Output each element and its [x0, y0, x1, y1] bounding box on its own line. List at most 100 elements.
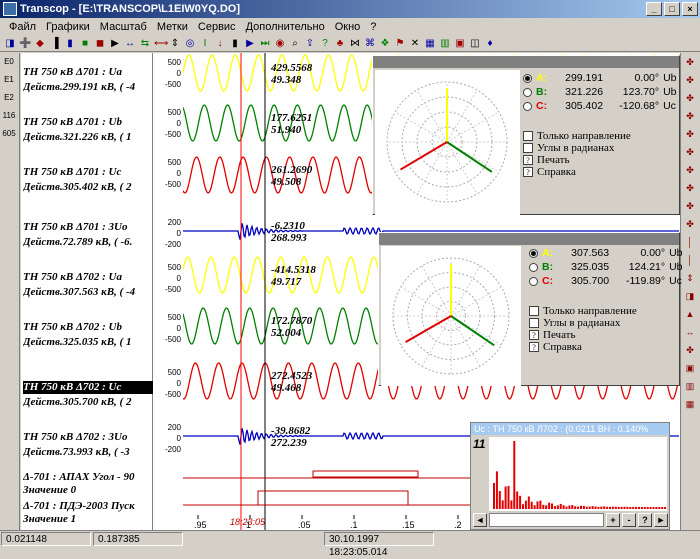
toolbar-button-icon[interactable]: ♣	[334, 38, 346, 50]
scroll-left-button[interactable]: ◄	[473, 513, 487, 527]
phasor-legend-row[interactable]: B: 325.035 124.21° Ub	[529, 261, 683, 273]
phasor-window-title[interactable]	[379, 233, 679, 245]
side-tool-icon[interactable]: ✤	[681, 143, 699, 161]
phasor-option[interactable]: Углы в радианах	[523, 142, 614, 154]
menu-marks[interactable]: Метки	[152, 21, 193, 33]
checkbox[interactable]: ?	[523, 155, 533, 165]
menu-service[interactable]: Сервис	[193, 21, 241, 33]
toolbar-button-icon[interactable]: ⇆	[139, 38, 151, 50]
maximize-button[interactable]: □	[664, 2, 680, 16]
help-button[interactable]: ?	[638, 513, 652, 527]
phasor-legend-row[interactable]: A: 307.563 0.00° Ub	[529, 247, 683, 259]
phasor-legend-row[interactable]: C: 305.700 -119.89° Uc	[529, 275, 682, 287]
toolbar-button-icon[interactable]: ?	[319, 38, 331, 50]
toolbar-button-icon[interactable]: ◼	[94, 38, 106, 50]
toolbar-button-icon[interactable]: ▣	[454, 38, 466, 50]
side-tool-icon[interactable]: ✤	[681, 197, 699, 215]
toolbar-button-icon[interactable]: ↓	[214, 38, 226, 50]
side-tool-icon[interactable]: ◨	[681, 287, 699, 305]
side-tool-icon[interactable]: │	[681, 251, 699, 269]
menu-scale[interactable]: Масштаб	[95, 21, 152, 33]
toolbar-button-icon[interactable]: ▶	[244, 38, 256, 50]
histogram-title[interactable]: Uc : ТН 750 кВ Л702 : (0.0211 ВН : 0.140…	[471, 423, 669, 435]
side-tool-icon[interactable]: ✤	[681, 71, 699, 89]
minimize-button[interactable]: _	[646, 2, 662, 16]
e1-button[interactable]: E1	[0, 71, 18, 89]
side-tool-icon[interactable]: ✤	[681, 179, 699, 197]
phasor-radio[interactable]	[523, 102, 532, 111]
checkbox[interactable]	[529, 306, 539, 316]
toolbar-button-icon[interactable]: ➕	[19, 38, 31, 50]
toolbar-button-icon[interactable]: ▥	[439, 38, 451, 50]
menu-graphs[interactable]: Графики	[41, 21, 95, 33]
phasor-radio[interactable]	[529, 249, 538, 258]
channel-name[interactable]: ТН 750 кВ Δ702 : 3Uo	[23, 431, 153, 444]
channel-name[interactable]: ТН 750 кВ Δ702 : Ua	[23, 271, 153, 284]
toolbar-button-icon[interactable]: ⏭	[259, 38, 271, 50]
side-tool-icon[interactable]: ✤	[681, 215, 699, 233]
phasor-option[interactable]: ? Печать	[523, 154, 570, 166]
phasor-radio[interactable]	[529, 277, 538, 286]
toolbar-button-icon[interactable]: ▦	[424, 38, 436, 50]
toolbar-button-icon[interactable]: ▶	[109, 38, 121, 50]
toolbar-button-icon[interactable]: ⚑	[394, 38, 406, 50]
scroll-track[interactable]	[489, 513, 604, 527]
phasor-option[interactable]: Только направление	[523, 130, 631, 142]
phasor-radio[interactable]	[523, 74, 532, 83]
side-tool-icon[interactable]: │	[681, 233, 699, 251]
toolbar-button-icon[interactable]: ▮	[64, 38, 76, 50]
zoom-out-button[interactable]: -	[622, 513, 636, 527]
toolbar-button-icon[interactable]: ⋈	[349, 38, 361, 50]
side-tool-icon[interactable]: ✤	[681, 53, 699, 71]
side-tool-icon[interactable]: ▲	[681, 305, 699, 323]
side-tool-icon[interactable]: ▦	[681, 395, 699, 413]
side-tool-icon[interactable]: ✤	[681, 341, 699, 359]
605-button[interactable]: 605	[0, 125, 18, 143]
e2-button[interactable]: E2	[0, 89, 18, 107]
116-button[interactable]: 116	[0, 107, 18, 125]
channel-name[interactable]: ТН 750 кВ Δ701 : Ua	[23, 66, 153, 79]
phasor-option[interactable]: ? Справка	[529, 341, 582, 353]
side-tool-icon[interactable]: ▣	[681, 359, 699, 377]
phasor-legend-row[interactable]: B: 321.226 123.70° Ub	[523, 86, 677, 98]
side-tool-icon[interactable]: ✤	[681, 161, 699, 179]
menu-extra[interactable]: Дополнительно	[241, 21, 330, 33]
checkbox[interactable]	[529, 318, 539, 328]
channel-name[interactable]: ТН 750 кВ Δ701 : Ub	[23, 116, 153, 129]
menu-file[interactable]: Файл	[4, 21, 41, 33]
e0-button[interactable]: E0	[0, 53, 18, 71]
toolbar-button-icon[interactable]: ◎	[184, 38, 196, 50]
channel-name[interactable]: ТН 750 кВ Δ701 : Uc	[23, 166, 153, 179]
menu-help[interactable]: ?	[365, 21, 381, 33]
toolbar-button-icon[interactable]: ❖	[379, 38, 391, 50]
toolbar-button-icon[interactable]: ↔	[124, 38, 136, 50]
side-tool-icon[interactable]: ✤	[681, 89, 699, 107]
toolbar-button-icon[interactable]: ■	[79, 38, 91, 50]
toolbar-button-icon[interactable]: ⇪	[304, 38, 316, 50]
toolbar-button-icon[interactable]: ⌘	[364, 38, 376, 50]
side-tool-icon[interactable]: ⇕	[681, 269, 699, 287]
scroll-right-button[interactable]: ►	[654, 513, 668, 527]
digital-name[interactable]: Δ-701 : АПАХ Угол - 90	[23, 471, 153, 484]
side-tool-icon[interactable]: ↔	[681, 323, 699, 341]
toolbar-button-icon[interactable]: ⌕	[289, 38, 301, 50]
toolbar-button-icon[interactable]: ▐	[49, 38, 61, 50]
toolbar-button-icon[interactable]: ◫	[469, 38, 481, 50]
side-tool-icon[interactable]: ✤	[681, 107, 699, 125]
phasor-option[interactable]: ? Справка	[523, 166, 576, 178]
phasor-legend-row[interactable]: A: 299.191 0.00° Ub	[523, 72, 677, 84]
toolbar-button-icon[interactable]: ✕	[409, 38, 421, 50]
digital-name[interactable]: Δ-701 : ПДЭ-2003 Пуск	[23, 500, 153, 513]
channel-name[interactable]: ТН 750 кВ Δ701 : 3Uo	[23, 221, 153, 234]
toolbar-button-icon[interactable]: ◆	[34, 38, 46, 50]
channel-name-selected[interactable]: ТН 750 кВ Δ702 : Uc	[23, 381, 153, 394]
checkbox[interactable]: ?	[523, 167, 533, 177]
toolbar-button-icon[interactable]: ◨	[4, 38, 16, 50]
toolbar-button-icon[interactable]: ◉	[274, 38, 286, 50]
checkbox[interactable]	[523, 131, 533, 141]
checkbox[interactable]	[523, 143, 533, 153]
toolbar-button-icon[interactable]: ♦	[484, 38, 496, 50]
phasor-window-title[interactable]	[373, 56, 679, 68]
side-tool-icon[interactable]: ▥	[681, 377, 699, 395]
toolbar-button-icon[interactable]: I	[199, 38, 211, 50]
